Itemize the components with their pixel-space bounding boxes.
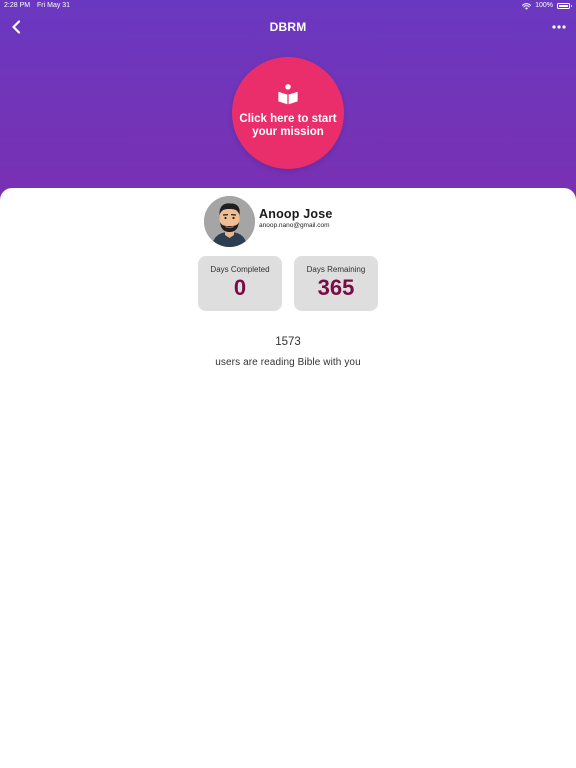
days-remaining-value: 365 <box>317 275 355 300</box>
start-mission-button[interactable]: Click here to start your mission <box>232 57 344 169</box>
profile-card <box>0 188 576 768</box>
user-name: Anoop Jose <box>259 207 333 221</box>
user-avatar-illustration <box>204 196 255 247</box>
status-time: 2:28 PM <box>4 2 31 9</box>
status-bar: 2:28 PM Fri May 31 100% <box>0 0 576 12</box>
more-horizontal-icon <box>552 25 566 29</box>
more-options-button[interactable] <box>548 17 570 37</box>
page-title: DBRM <box>269 20 307 34</box>
reader-count-caption: users are reading Bible with you <box>215 357 361 368</box>
user-email: anoop.nano@gmail.com <box>259 222 330 229</box>
days-completed-value: 0 <box>233 275 247 300</box>
start-mission-label: Click here to start your mission <box>239 112 337 139</box>
wifi-icon <box>522 2 532 10</box>
status-indicators: 100% <box>522 0 572 12</box>
reader-count: 1573 <box>275 336 301 348</box>
status-date: Fri May 31 <box>37 2 71 9</box>
book-reader-icon <box>278 83 298 105</box>
app-screen: 2:28 PM Fri May 31 100% DBRM Click here … <box>0 0 576 768</box>
days-completed-label: Days Completed <box>210 265 270 274</box>
avatar <box>204 196 255 247</box>
days-remaining-card: Days Remaining 365 <box>294 256 378 311</box>
days-remaining-label: Days Remaining <box>306 265 366 274</box>
battery-icon <box>557 3 572 9</box>
battery-percent: 100% <box>535 2 553 9</box>
days-completed-card: Days Completed 0 <box>198 256 282 311</box>
